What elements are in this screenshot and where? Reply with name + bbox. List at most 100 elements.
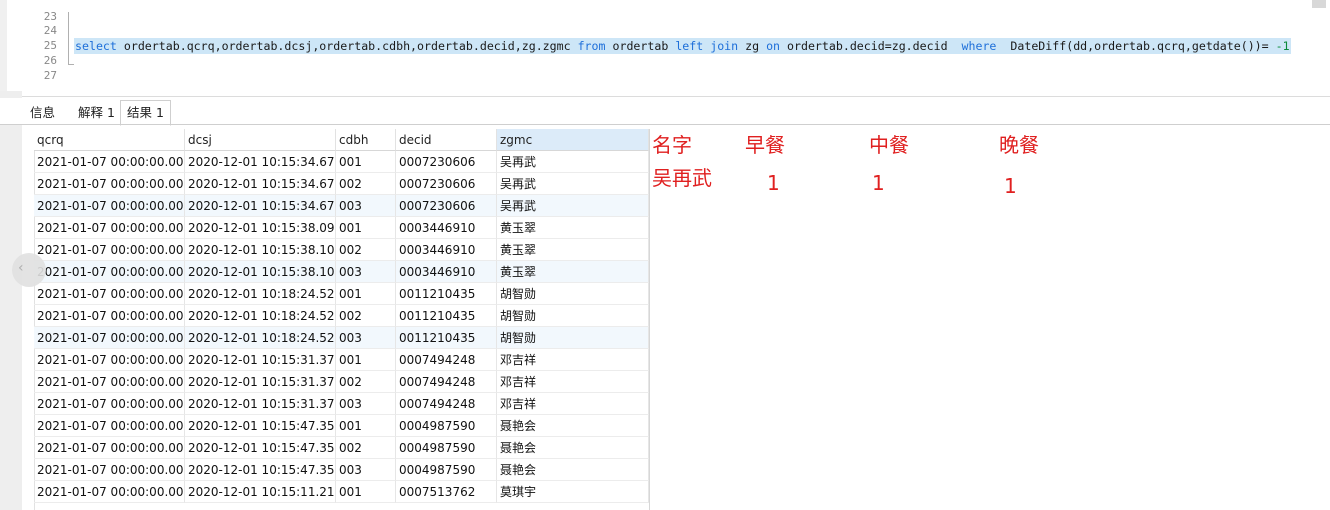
cell-zgmc[interactable]: 聂艳会 xyxy=(497,415,649,437)
cell-dcsj[interactable]: 2020-12-01 10:15:47.357 xyxy=(185,437,336,459)
cell-qcrq[interactable]: 2021-01-07 00:00:00.000 xyxy=(34,393,185,415)
cell-cdbh[interactable]: 001 xyxy=(336,283,396,305)
cell-zgmc[interactable]: 黄玉翠 xyxy=(497,239,649,261)
table-row[interactable]: 2021-01-07 00:00:00.000 2020-12-01 10:18:… xyxy=(34,283,649,305)
cell-zgmc[interactable]: 吴再武 xyxy=(497,151,649,173)
table-row[interactable]: 2021-01-07 00:00:00.000 2020-12-01 10:18:… xyxy=(34,327,649,349)
cell-decid[interactable]: 0004987590 xyxy=(396,437,497,459)
cell-dcsj[interactable]: 2020-12-01 10:15:34.677 xyxy=(185,195,336,217)
table-row[interactable]: 2021-01-07 00:00:00.000 2020-12-01 10:15:… xyxy=(34,349,649,371)
cell-qcrq[interactable]: 2021-01-07 00:00:00.000 xyxy=(34,437,185,459)
column-header-dcsj[interactable]: dcsj xyxy=(185,129,336,151)
cell-decid[interactable]: 0004987590 xyxy=(396,459,497,481)
cell-zgmc[interactable]: 聂艳会 xyxy=(497,437,649,459)
cell-decid[interactable]: 0007513762 xyxy=(396,481,497,503)
cell-decid[interactable]: 0007494248 xyxy=(396,393,497,415)
cell-dcsj[interactable]: 2020-12-01 10:18:24.527 xyxy=(185,327,336,349)
cell-zgmc[interactable]: 胡智勋 xyxy=(497,327,649,349)
cell-qcrq[interactable]: 2021-01-07 00:00:00.000 xyxy=(34,481,185,503)
table-row[interactable]: 2021-01-07 00:00:00.000 2020-12-01 10:15:… xyxy=(34,459,649,481)
column-header-cdbh[interactable]: cdbh xyxy=(336,129,396,151)
table-row[interactable]: 2021-01-07 00:00:00.000 2020-12-01 10:15:… xyxy=(34,261,649,283)
cell-cdbh[interactable]: 001 xyxy=(336,415,396,437)
cell-decid[interactable]: 0007494248 xyxy=(396,371,497,393)
table-row[interactable]: 2021-01-07 00:00:00.000 2020-12-01 10:15:… xyxy=(34,239,649,261)
column-header-decid[interactable]: decid xyxy=(396,129,497,151)
cell-zgmc[interactable]: 黄玉翠 xyxy=(497,261,649,283)
cell-cdbh[interactable]: 002 xyxy=(336,305,396,327)
tab-explain[interactable]: 解释 1 xyxy=(72,102,121,124)
cell-cdbh[interactable]: 002 xyxy=(336,437,396,459)
cell-cdbh[interactable]: 001 xyxy=(336,217,396,239)
cell-zgmc[interactable]: 胡智勋 xyxy=(497,283,649,305)
cell-zgmc[interactable]: 邓吉祥 xyxy=(497,371,649,393)
cell-qcrq[interactable]: 2021-01-07 00:00:00.000 xyxy=(34,459,185,481)
cell-dcsj[interactable]: 2020-12-01 10:15:38.100 xyxy=(185,261,336,283)
sql-statement[interactable]: select ordertab.qcrq,ordertab.dcsj,order… xyxy=(74,38,1291,54)
cell-decid[interactable]: 0007230606 xyxy=(396,151,497,173)
cell-zgmc[interactable]: 胡智勋 xyxy=(497,305,649,327)
cell-decid[interactable]: 0007494248 xyxy=(396,349,497,371)
cell-cdbh[interactable]: 001 xyxy=(336,349,396,371)
cell-dcsj[interactable]: 2020-12-01 10:18:24.527 xyxy=(185,305,336,327)
cell-qcrq[interactable]: 2021-01-07 00:00:00.000 xyxy=(34,371,185,393)
cell-decid[interactable]: 0011210435 xyxy=(396,327,497,349)
tab-result[interactable]: 结果 1 xyxy=(120,100,171,126)
cell-dcsj[interactable]: 2020-12-01 10:15:34.673 xyxy=(185,151,336,173)
table-row[interactable]: 2021-01-07 00:00:00.000 2020-12-01 10:15:… xyxy=(34,393,649,415)
cell-zgmc[interactable]: 黄玉翠 xyxy=(497,217,649,239)
cell-zgmc[interactable]: 吴再武 xyxy=(497,195,649,217)
cell-qcrq[interactable]: 2021-01-07 00:00:00.000 xyxy=(34,195,185,217)
cell-qcrq[interactable]: 2021-01-07 00:00:00.000 xyxy=(34,151,185,173)
table-row[interactable]: 2021-01-07 00:00:00.000 2020-12-01 10:15:… xyxy=(34,151,649,173)
cell-cdbh[interactable]: 003 xyxy=(336,261,396,283)
cell-dcsj[interactable]: 2020-12-01 10:18:24.520 xyxy=(185,283,336,305)
cell-decid[interactable]: 0004987590 xyxy=(396,415,497,437)
table-row[interactable]: 2021-01-07 00:00:00.000 2020-12-01 10:15:… xyxy=(34,481,649,503)
cell-qcrq[interactable]: 2021-01-07 00:00:00.000 xyxy=(34,283,185,305)
table-row[interactable]: 2021-01-07 00:00:00.000 2020-12-01 10:15:… xyxy=(34,173,649,195)
cell-cdbh[interactable]: 002 xyxy=(336,173,396,195)
cell-qcrq[interactable]: 2021-01-07 00:00:00.000 xyxy=(34,349,185,371)
cell-dcsj[interactable]: 2020-12-01 10:15:47.357 xyxy=(185,459,336,481)
cell-cdbh[interactable]: 001 xyxy=(336,481,396,503)
cell-qcrq[interactable]: 2021-01-07 00:00:00.000 xyxy=(34,327,185,349)
cell-decid[interactable]: 0007230606 xyxy=(396,195,497,217)
cell-cdbh[interactable]: 001 xyxy=(336,151,396,173)
cell-dcsj[interactable]: 2020-12-01 10:15:31.377 xyxy=(185,371,336,393)
collapse-panel-button[interactable]: ‹ xyxy=(12,253,46,287)
cell-qcrq[interactable]: 2021-01-07 00:00:00.000 xyxy=(34,217,185,239)
column-header-qcrq[interactable]: qcrq xyxy=(34,129,185,151)
cell-dcsj[interactable]: 2020-12-01 10:15:11.213 xyxy=(185,481,336,503)
cell-zgmc[interactable]: 吴再武 xyxy=(497,173,649,195)
cell-decid[interactable]: 0003446910 xyxy=(396,261,497,283)
column-header-zgmc[interactable]: zgmc xyxy=(497,129,649,151)
tab-info[interactable]: 信息 xyxy=(24,102,61,124)
cell-qcrq[interactable]: 2021-01-07 00:00:00.000 xyxy=(34,415,185,437)
cell-decid[interactable]: 0011210435 xyxy=(396,283,497,305)
cell-cdbh[interactable]: 003 xyxy=(336,327,396,349)
table-row[interactable]: 2021-01-07 00:00:00.000 2020-12-01 10:15:… xyxy=(34,217,649,239)
cell-zgmc[interactable]: 聂艳会 xyxy=(497,459,649,481)
cell-cdbh[interactable]: 003 xyxy=(336,393,396,415)
cell-cdbh[interactable]: 002 xyxy=(336,239,396,261)
table-row[interactable]: 2021-01-07 00:00:00.000 2020-12-01 10:18:… xyxy=(34,305,649,327)
cell-dcsj[interactable]: 2020-12-01 10:15:31.373 xyxy=(185,349,336,371)
editor-scrollbar-thumb[interactable] xyxy=(1312,0,1326,8)
table-row[interactable]: 2021-01-07 00:00:00.000 2020-12-01 10:15:… xyxy=(34,415,649,437)
cell-decid[interactable]: 0003446910 xyxy=(396,239,497,261)
cell-decid[interactable]: 0011210435 xyxy=(396,305,497,327)
table-row[interactable]: 2021-01-07 00:00:00.000 2020-12-01 10:15:… xyxy=(34,437,649,459)
cell-decid[interactable]: 0007230606 xyxy=(396,173,497,195)
cell-zgmc[interactable]: 邓吉祥 xyxy=(497,393,649,415)
cell-cdbh[interactable]: 003 xyxy=(336,459,396,481)
cell-zgmc[interactable]: 莫琪宇 xyxy=(497,481,649,503)
cell-dcsj[interactable]: 2020-12-01 10:15:38.097 xyxy=(185,217,336,239)
cell-cdbh[interactable]: 002 xyxy=(336,371,396,393)
result-grid[interactable]: qcrq dcsj cdbh decid zgmc 2021-01-07 00:… xyxy=(22,129,650,510)
table-row[interactable]: 2021-01-07 00:00:00.000 2020-12-01 10:15:… xyxy=(34,195,649,217)
cell-qcrq[interactable]: 2021-01-07 00:00:00.000 xyxy=(34,305,185,327)
cell-dcsj[interactable]: 2020-12-01 10:15:47.357 xyxy=(185,415,336,437)
sql-editor[interactable]: 23 24 25 26 27 select ordertab.qcrq,ordertab… xyxy=(0,0,1330,97)
cell-dcsj[interactable]: 2020-12-01 10:15:38.100 xyxy=(185,239,336,261)
